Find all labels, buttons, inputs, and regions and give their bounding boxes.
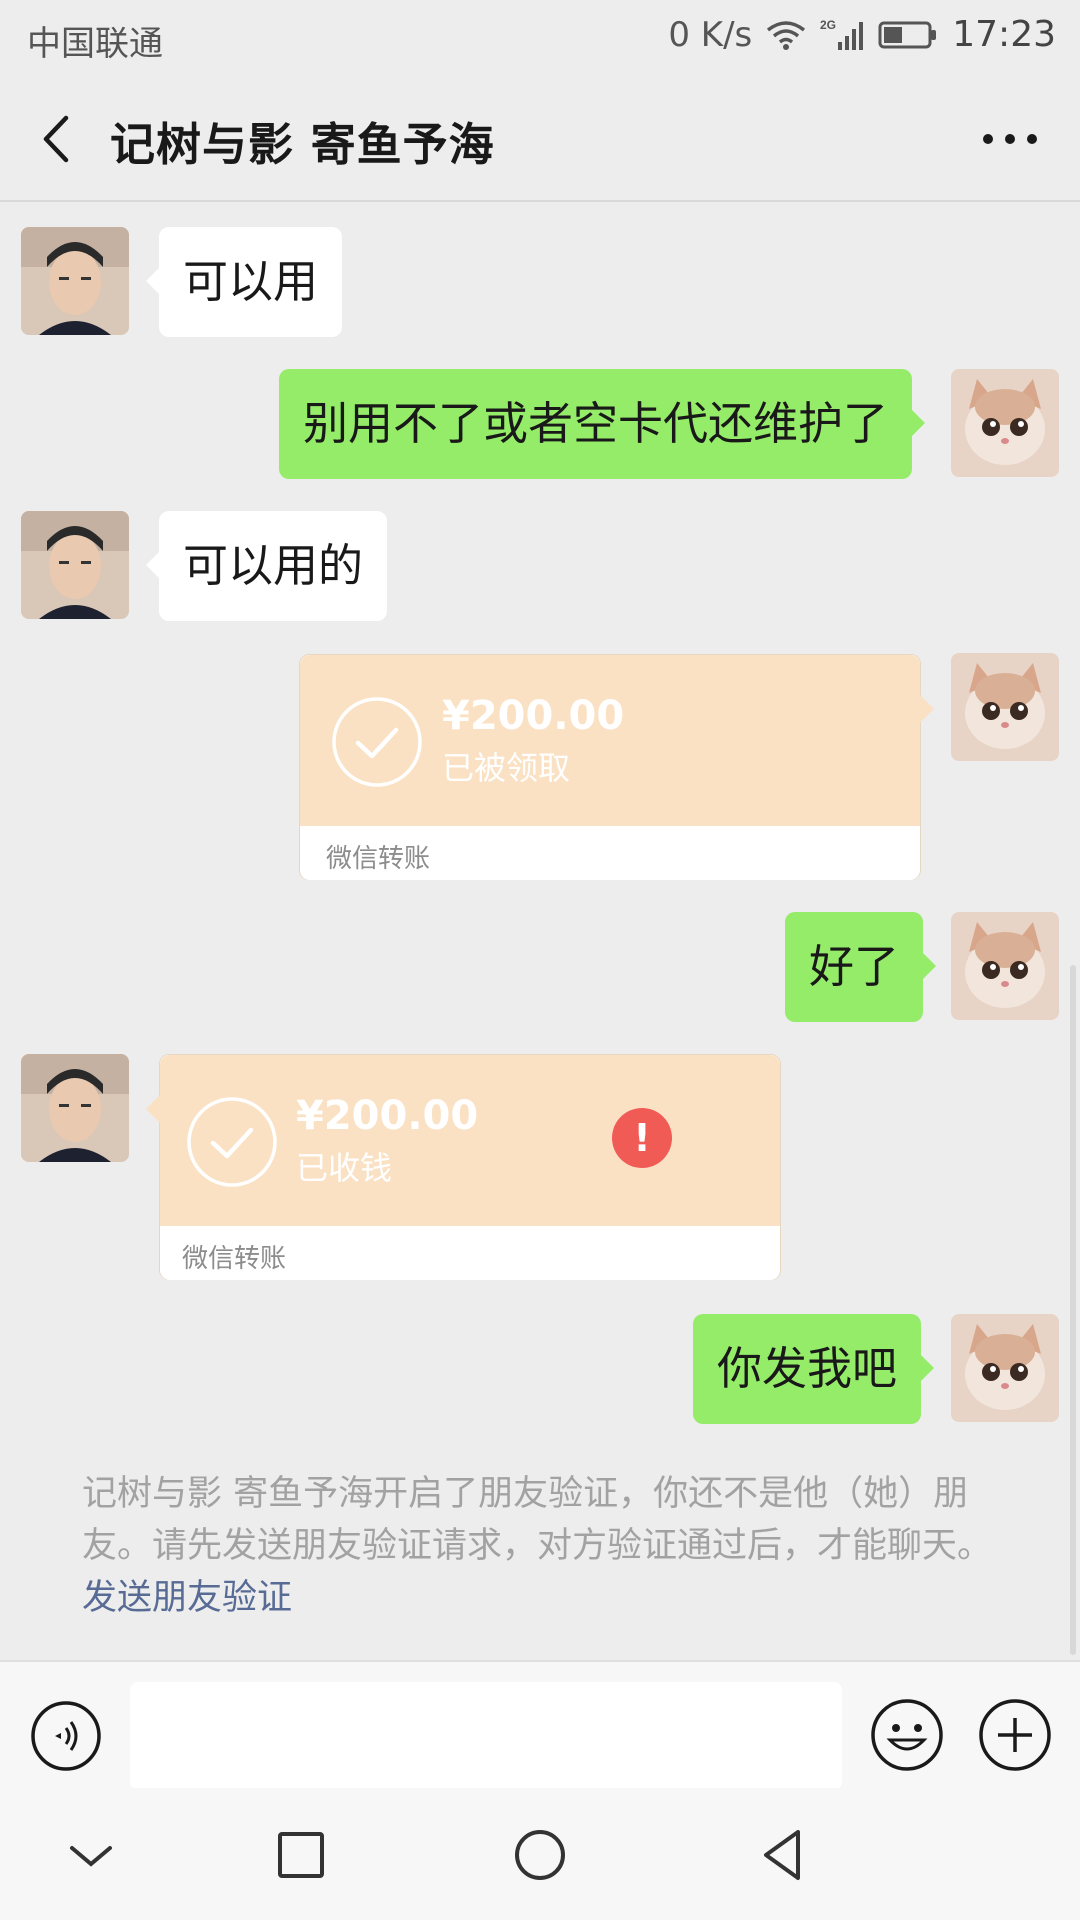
carrier-name: 中国联通	[27, 24, 163, 64]
more-dots-icon[interactable]	[970, 106, 1050, 172]
transfer-card-body: ¥200.00 已收钱	[160, 1055, 780, 1226]
network-speed: 0 K/s	[668, 14, 753, 55]
battery-icon	[878, 21, 937, 48]
message-bubble-received[interactable]: 可以用	[145, 227, 343, 337]
plus-icon[interactable]	[978, 1698, 1052, 1772]
message-bubble-sent-failed[interactable]: 你发我吧	[693, 1314, 935, 1424]
my-avatar[interactable]	[951, 653, 1059, 761]
notice-text: 记树与影 寄鱼予海开启了朋友验证，你还不是他（她）朋友。请先发送朋友验证请求，对…	[82, 1474, 993, 1566]
message-input[interactable]	[130, 1682, 842, 1790]
transfer-card-received[interactable]: ¥200.00 已收钱 微信转账	[146, 1054, 781, 1280]
transfer-status: 已收钱	[296, 1149, 393, 1187]
status-bar: 中国联通 0 K/s 2G 17:23	[0, 0, 1080, 76]
chat-header: 记树与影 寄鱼予海	[0, 76, 1080, 202]
friend-verification-notice: 记树与影 寄鱼予海开启了朋友验证，你还不是他（她）朋友。请先发送朋友验证请求，对…	[82, 1468, 1002, 1624]
contact-avatar[interactable]	[21, 511, 129, 619]
nav-home-icon[interactable]	[505, 1820, 575, 1890]
network-type: 2G	[820, 18, 836, 32]
scrollbar[interactable]	[1070, 965, 1076, 1655]
error-icon[interactable]: !	[612, 1108, 672, 1168]
transfer-card-footer: 微信转账	[300, 826, 920, 880]
transfer-amount: ¥200.00	[442, 693, 625, 739]
my-avatar[interactable]	[951, 369, 1059, 477]
contact-avatar[interactable]	[21, 1054, 129, 1162]
transfer-card-footer: 微信转账	[160, 1226, 780, 1280]
send-verification-link[interactable]: 发送朋友验证	[82, 1578, 292, 1618]
clock: 17:23	[952, 14, 1056, 55]
back-arrow-icon[interactable]	[30, 106, 90, 172]
system-nav-bar	[0, 1788, 1080, 1920]
chat-title: 记树与影 寄鱼予海	[110, 118, 495, 171]
check-circle-icon	[332, 697, 422, 787]
transfer-label: 微信转账	[326, 844, 431, 874]
transfer-status: 已被领取	[442, 749, 571, 787]
transfer-label: 微信转账	[182, 1244, 287, 1274]
message-bubble-received[interactable]: 可以用的	[145, 511, 388, 621]
nav-recents-icon[interactable]	[266, 1820, 336, 1890]
contact-avatar[interactable]	[21, 227, 129, 335]
transfer-card-body: ¥200.00 已被领取	[300, 655, 920, 826]
message-bubble-sent[interactable]: 好了	[785, 912, 937, 1022]
my-avatar[interactable]	[951, 1314, 1059, 1422]
transfer-amount: ¥200.00	[296, 1093, 479, 1139]
check-circle-icon	[187, 1097, 277, 1187]
wifi-icon	[767, 20, 806, 50]
emoji-icon[interactable]	[870, 1698, 944, 1772]
voice-icon[interactable]	[30, 1700, 102, 1772]
nav-back-icon[interactable]	[748, 1820, 818, 1890]
signal-icon: 2G	[820, 18, 864, 50]
transfer-card-sent[interactable]: ¥200.00 已被领取 微信转账	[299, 654, 934, 880]
status-right: 0 K/s 2G 17:23	[668, 14, 1056, 55]
chat-screen: 中国联通 0 K/s 2G 17:23 记树与影 寄鱼予海 可以用 别用不了或者…	[0, 0, 1080, 1920]
message-bubble-sent[interactable]: 别用不了或者空卡代还维护了	[279, 369, 926, 479]
nav-down-icon[interactable]	[56, 1820, 126, 1890]
my-avatar[interactable]	[951, 912, 1059, 1020]
input-bar	[0, 1660, 1080, 1790]
